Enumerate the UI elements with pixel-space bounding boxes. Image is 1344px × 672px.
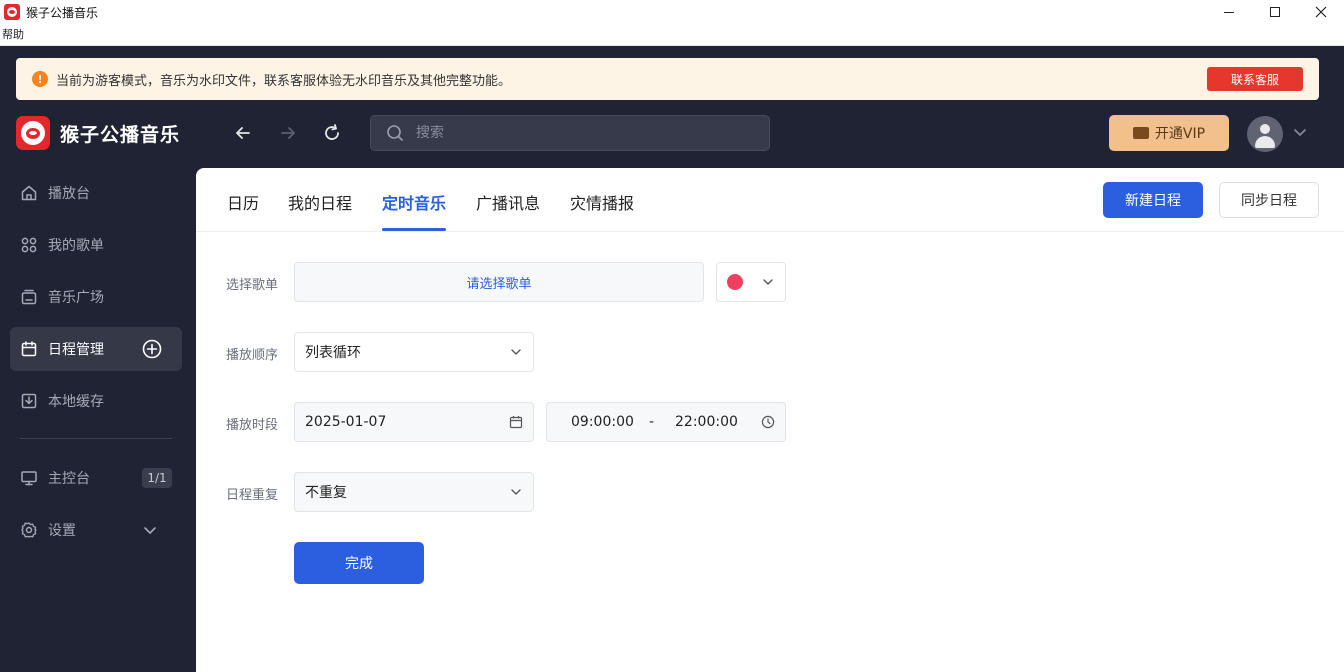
app-icon — [4, 4, 20, 20]
sync-schedule-button[interactable]: 同步日程 — [1219, 182, 1319, 218]
date-value: 2025-01-07 — [305, 414, 387, 430]
contact-support-button[interactable]: 联系客服 — [1207, 67, 1303, 91]
tab-my-schedule[interactable]: 我的日程 — [288, 190, 352, 214]
chevron-down-icon — [763, 279, 773, 285]
calendar-icon — [21, 341, 37, 357]
tab-broadcast-message[interactable]: 广播讯息 — [476, 190, 540, 214]
brand-logo: 猴子公播音乐 — [16, 116, 180, 150]
sidebar-item-settings[interactable]: 设置 — [10, 508, 182, 552]
new-schedule-button[interactable]: 新建日程 — [1103, 182, 1203, 218]
done-button[interactable]: 完成 — [294, 542, 424, 584]
play-order-select[interactable]: 列表循环 — [294, 332, 534, 372]
back-button[interactable] — [231, 121, 255, 145]
sidebar-item-local-cache[interactable]: 本地缓存 — [10, 379, 182, 423]
sidebar-item-label: 音乐广场 — [48, 290, 104, 306]
tab-timed-music[interactable]: 定时音乐 — [382, 190, 446, 214]
active-tab-indicator — [382, 228, 446, 231]
clock-icon — [761, 415, 775, 429]
select-playlist-field[interactable]: 请选择歌单 — [294, 262, 704, 302]
title-bar: 猴子公播音乐 — [0, 0, 1344, 24]
sidebar-divider — [20, 438, 172, 439]
sidebar-item-label: 日程管理 — [48, 342, 104, 358]
sidebar-item-label: 设置 — [48, 523, 76, 539]
forward-button[interactable] — [276, 121, 300, 145]
main-panel: 日历 我的日程 定时音乐 广播讯息 灾情播报 新建日程 同步日程 选择歌单 请选… — [196, 168, 1344, 672]
sidebar-item-label: 主控台 — [48, 471, 90, 487]
color-swatch — [727, 274, 743, 290]
play-order-label: 播放顺序 — [226, 348, 279, 363]
time-separator: - — [649, 414, 655, 430]
window-title: 猴子公播音乐 — [26, 5, 99, 20]
playlist-label: 选择歌单 — [226, 278, 279, 293]
vip-shop-icon — [1132, 127, 1149, 139]
chevron-down-icon[interactable] — [1292, 124, 1308, 140]
play-time-label: 播放时段 — [226, 418, 279, 433]
repeat-value: 不重复 — [305, 485, 347, 501]
color-picker[interactable] — [716, 262, 786, 302]
refresh-icon — [325, 124, 339, 140]
arrow-right-icon — [281, 127, 295, 139]
monkey-logo-icon — [16, 116, 50, 150]
sidebar-item-schedule[interactable]: 日程管理 — [10, 327, 182, 371]
playlist-icon — [21, 237, 37, 253]
gear-icon — [21, 522, 37, 538]
warning-icon: ! — [32, 71, 48, 87]
chevron-down-icon — [144, 527, 156, 534]
monitor-icon — [21, 471, 37, 486]
guest-notice-banner: ! 当前为游客模式，音乐为水印文件，联系客服体验无水印音乐及其他完整功能。 联系… — [16, 58, 1319, 100]
play-order-value: 列表循环 — [305, 345, 361, 361]
time-range-picker[interactable]: 09:00:00 - 22:00:00 — [546, 402, 786, 442]
brand-name: 猴子公播音乐 — [60, 123, 181, 146]
home-icon — [21, 185, 37, 201]
menu-help[interactable]: 帮助 — [2, 28, 24, 41]
maximize-button[interactable] — [1252, 0, 1298, 24]
sidebar-item-label: 本地缓存 — [48, 394, 104, 410]
end-time-value[interactable]: 22:00:00 — [675, 414, 738, 430]
close-icon — [1315, 6, 1327, 18]
close-window-button[interactable] — [1298, 0, 1344, 24]
repeat-label: 日程重复 — [226, 488, 279, 503]
sidebar-item-play-station[interactable]: 播放台 — [10, 171, 182, 215]
download-icon — [21, 393, 37, 409]
arrow-left-icon — [236, 127, 250, 139]
notice-text: 当前为游客模式，音乐为水印文件，联系客服体验无水印音乐及其他完整功能。 — [56, 73, 512, 89]
playlist-placeholder: 请选择歌单 — [466, 276, 532, 292]
sidebar-item-label: 我的歌单 — [48, 238, 104, 254]
add-schedule-icon[interactable] — [142, 339, 162, 359]
sidebar-item-console[interactable]: 主控台 1/1 — [10, 456, 182, 500]
refresh-button[interactable] — [320, 121, 344, 145]
minimize-button[interactable] — [1206, 0, 1252, 24]
minimize-icon — [1224, 11, 1234, 13]
tab-calendar[interactable]: 日历 — [227, 190, 259, 214]
music-square-icon — [21, 289, 37, 305]
menu-bar: 帮助 — [0, 24, 1344, 46]
console-count-badge: 1/1 — [142, 468, 172, 488]
search-icon — [387, 125, 403, 141]
window-controls — [1206, 0, 1344, 24]
chevron-down-icon — [511, 489, 521, 495]
vip-label: 开通VIP — [1154, 126, 1206, 142]
search-box[interactable] — [370, 115, 770, 151]
sidebar-item-music-square[interactable]: 音乐广场 — [10, 275, 182, 319]
open-vip-button[interactable]: 开通VIP — [1109, 115, 1229, 151]
maximize-icon — [1270, 7, 1280, 17]
sidebar-item-label: 播放台 — [48, 186, 90, 202]
date-picker[interactable]: 2025-01-07 — [294, 402, 534, 442]
start-time-value[interactable]: 09:00:00 — [571, 414, 634, 430]
repeat-select[interactable]: 不重复 — [294, 472, 534, 512]
sidebar-item-my-playlists[interactable]: 我的歌单 — [10, 223, 182, 267]
sidebar: 播放台 我的歌单 音乐广场 日程管理 本地缓存 主控台 1/1 设置 — [0, 168, 196, 672]
tab-bar: 日历 我的日程 定时音乐 广播讯息 灾情播报 新建日程 同步日程 — [196, 168, 1344, 232]
calendar-icon — [509, 416, 523, 429]
search-input[interactable] — [416, 125, 746, 141]
chevron-down-icon — [511, 349, 521, 355]
tab-disaster-report[interactable]: 灾情播报 — [570, 190, 634, 214]
user-avatar[interactable] — [1247, 116, 1283, 152]
